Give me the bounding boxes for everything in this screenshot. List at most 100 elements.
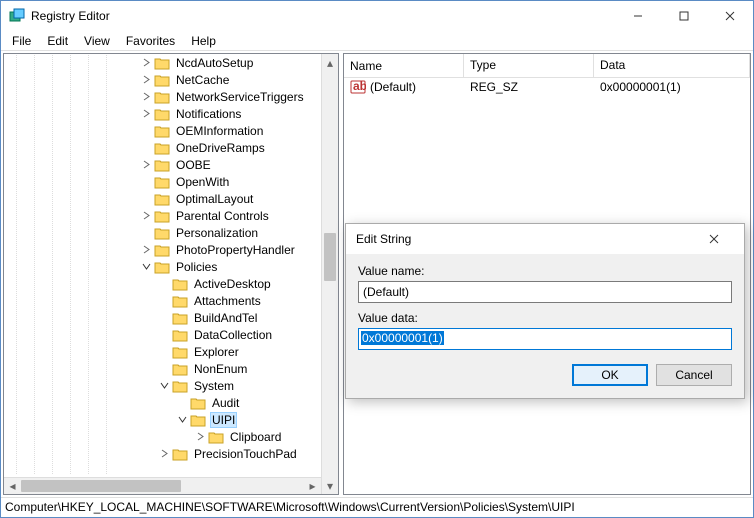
tree-item[interactable]: OEMInformation: [4, 122, 338, 139]
value-name-label: Value name:: [358, 264, 732, 278]
tree-label: Audit: [210, 396, 241, 410]
tree-label: OpenWith: [174, 175, 231, 189]
close-button[interactable]: [707, 1, 753, 31]
tree-item[interactable]: Explorer: [4, 343, 338, 360]
tree-pane: NcdAutoSetup NetCache NetworkServiceTrigge…: [3, 53, 339, 495]
tree-item[interactable]: PrecisionTouchPad: [4, 445, 338, 462]
tree-label: Personalization: [174, 226, 260, 240]
tree-label: UIPI: [210, 412, 237, 428]
tree-label: OOBE: [174, 158, 213, 172]
chevron-right-icon[interactable]: [138, 55, 154, 71]
column-name[interactable]: Name: [344, 54, 464, 77]
tree-label: PrecisionTouchPad: [192, 447, 299, 461]
tree-label: OneDriveRamps: [174, 141, 267, 155]
scroll-thumb[interactable]: [324, 233, 336, 281]
tree-item[interactable]: ActiveDesktop: [4, 275, 338, 292]
chevron-right-icon[interactable]: [192, 429, 208, 445]
tree-item[interactable]: BuildAndTel: [4, 309, 338, 326]
cancel-button[interactable]: Cancel: [656, 364, 732, 386]
value-data-label: Value data:: [358, 311, 732, 325]
tree-label: NcdAutoSetup: [174, 56, 255, 70]
tree-label: Explorer: [192, 345, 241, 359]
tree-item[interactable]: Policies: [4, 258, 338, 275]
tree-label: NetworkServiceTriggers: [174, 90, 306, 104]
value-name: (Default): [370, 80, 416, 94]
tree-label: Attachments: [192, 294, 263, 308]
tree-item[interactable]: UIPI: [4, 411, 338, 428]
dialog-title: Edit String: [356, 232, 694, 246]
chevron-right-icon[interactable]: [138, 157, 154, 173]
scroll-down-icon[interactable]: ▾: [322, 477, 338, 494]
dialog-close-button[interactable]: [694, 225, 734, 253]
chevron-down-icon[interactable]: [156, 378, 172, 394]
tree-item[interactable]: Personalization: [4, 224, 338, 241]
dialog-titlebar: Edit String: [346, 224, 744, 254]
chevron-right-icon[interactable]: [138, 106, 154, 122]
tree-item[interactable]: NcdAutoSetup: [4, 54, 338, 71]
tree-item[interactable]: NetworkServiceTriggers: [4, 88, 338, 105]
menu-file[interactable]: File: [5, 32, 38, 50]
tree-item[interactable]: Clipboard: [4, 428, 338, 445]
tree-label: NetCache: [174, 73, 231, 87]
chevron-right-icon[interactable]: [156, 446, 172, 462]
app-icon: [9, 8, 25, 24]
vertical-scrollbar[interactable]: ▴ ▾: [321, 54, 338, 494]
tree-item[interactable]: Attachments: [4, 292, 338, 309]
ok-button[interactable]: OK: [572, 364, 648, 386]
value-type: REG_SZ: [464, 79, 594, 95]
tree-item[interactable]: OneDriveRamps: [4, 139, 338, 156]
maximize-button[interactable]: [661, 1, 707, 31]
column-type[interactable]: Type: [464, 54, 594, 77]
tree-item[interactable]: Parental Controls: [4, 207, 338, 224]
svg-text:ab: ab: [353, 79, 366, 93]
menu-help[interactable]: Help: [184, 32, 223, 50]
statusbar: Computer\HKEY_LOCAL_MACHINE\SOFTWARE\Mic…: [1, 497, 753, 517]
tree-label: BuildAndTel: [192, 311, 259, 325]
tree-label: Notifications: [174, 107, 243, 121]
scroll-up-icon[interactable]: ▴: [322, 54, 338, 71]
string-value-icon: ab: [350, 79, 366, 95]
tree-label: NonEnum: [192, 362, 249, 376]
value-data: 0x00000001(1): [594, 79, 750, 95]
tree-label: System: [192, 379, 236, 393]
scroll-right-icon[interactable]: ▸: [304, 478, 321, 494]
menu-edit[interactable]: Edit: [40, 32, 75, 50]
edit-string-dialog: Edit String Value name: Value data: 0x00…: [345, 223, 745, 399]
chevron-down-icon[interactable]: [138, 259, 154, 275]
chevron-right-icon[interactable]: [138, 242, 154, 258]
scroll-left-icon[interactable]: ◂: [4, 478, 21, 494]
column-data[interactable]: Data: [594, 54, 750, 77]
value-data-field-selection[interactable]: 0x00000001(1): [361, 331, 444, 345]
minimize-button[interactable]: [615, 1, 661, 31]
window-title: Registry Editor: [31, 9, 615, 23]
scroll-thumb-h[interactable]: [21, 480, 181, 492]
value-row[interactable]: ab (Default) REG_SZ 0x00000001(1): [344, 78, 750, 96]
titlebar: Registry Editor: [1, 1, 753, 31]
menu-view[interactable]: View: [77, 32, 117, 50]
menu-favorites[interactable]: Favorites: [119, 32, 182, 50]
horizontal-scrollbar[interactable]: ◂ ▸: [4, 477, 321, 494]
tree-label: Clipboard: [228, 430, 283, 444]
tree-label: Policies: [174, 260, 219, 274]
chevron-right-icon[interactable]: [138, 89, 154, 105]
tree-label: DataCollection: [192, 328, 274, 342]
tree-label: Parental Controls: [174, 209, 271, 223]
chevron-right-icon[interactable]: [138, 72, 154, 88]
tree-item[interactable]: Audit: [4, 394, 338, 411]
tree-item[interactable]: NetCache: [4, 71, 338, 88]
tree-item[interactable]: NonEnum: [4, 360, 338, 377]
tree-item[interactable]: OptimalLayout: [4, 190, 338, 207]
tree-item[interactable]: Notifications: [4, 105, 338, 122]
tree-item[interactable]: OOBE: [4, 156, 338, 173]
registry-editor-window: Registry Editor File Edit View Favorites…: [0, 0, 754, 518]
tree-item[interactable]: System: [4, 377, 338, 394]
tree-label: PhotoPropertyHandler: [174, 243, 297, 257]
value-name-field[interactable]: [358, 281, 732, 303]
chevron-down-icon[interactable]: [174, 412, 190, 428]
tree-item[interactable]: OpenWith: [4, 173, 338, 190]
list-header: Name Type Data: [344, 54, 750, 78]
tree-item[interactable]: DataCollection: [4, 326, 338, 343]
chevron-right-icon[interactable]: [138, 208, 154, 224]
tree-item[interactable]: PhotoPropertyHandler: [4, 241, 338, 258]
tree-label: OEMInformation: [174, 124, 265, 138]
